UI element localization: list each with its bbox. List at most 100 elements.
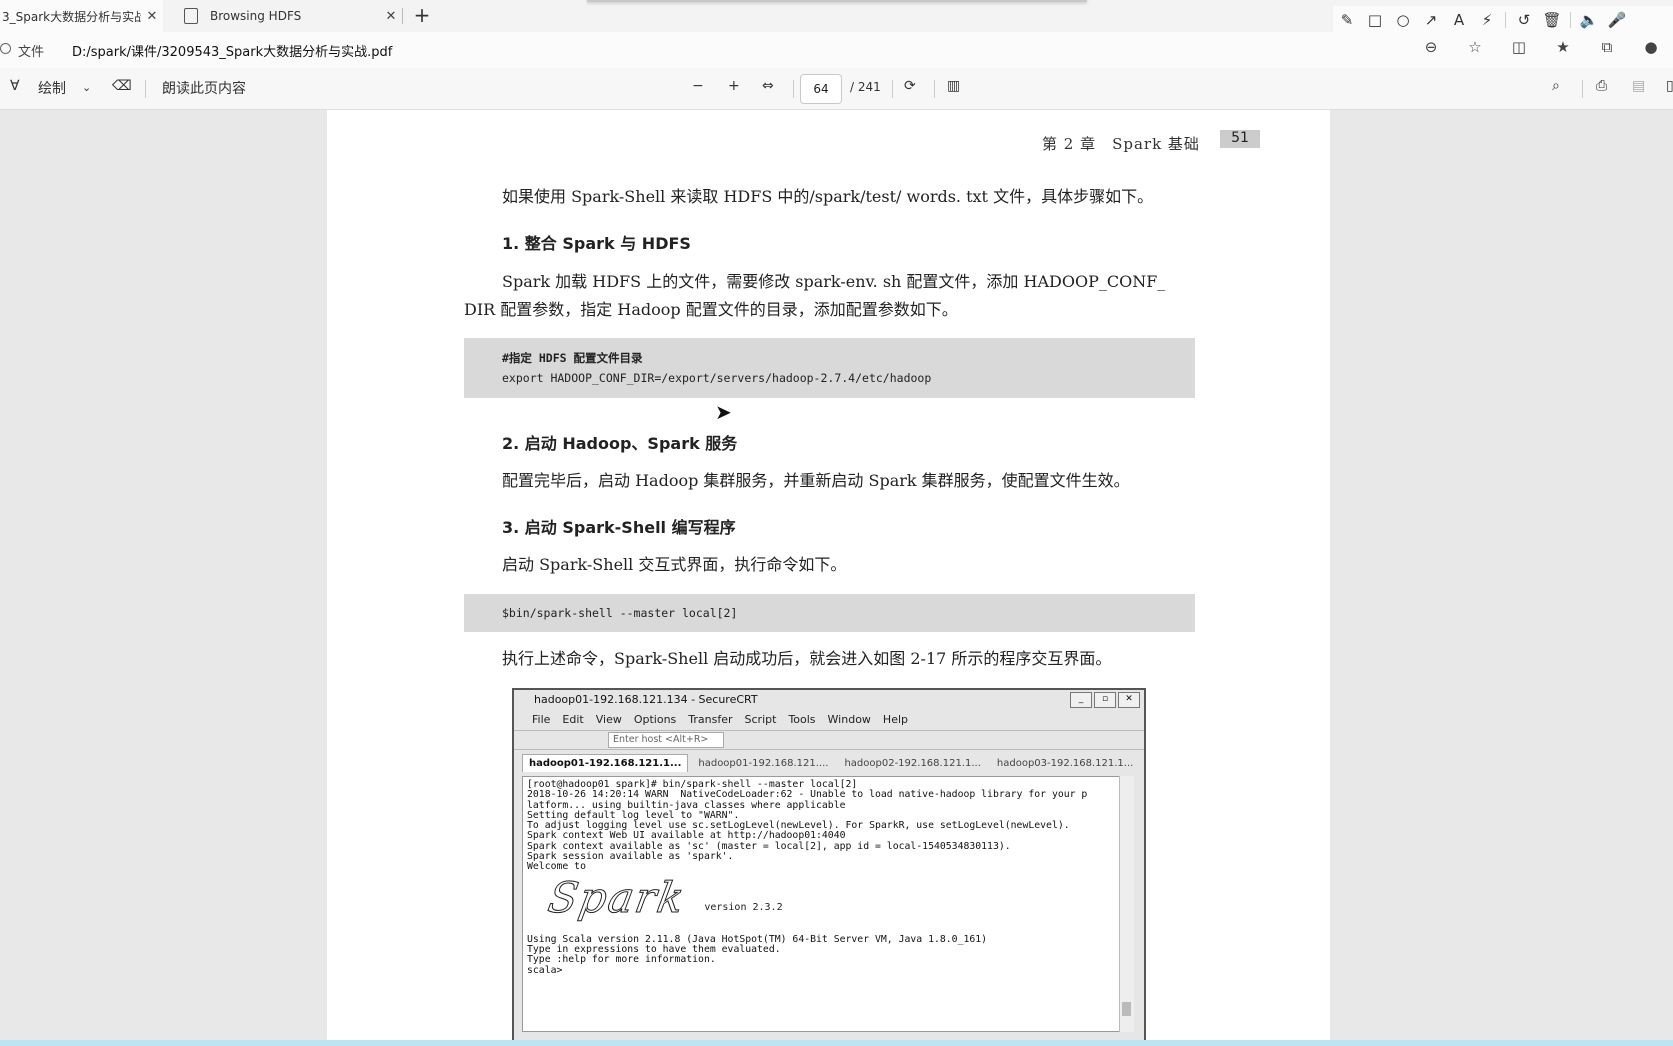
figure-window-title: hadoop01-192.168.121.134 - SecureCRT _ ▫… [514,690,1144,710]
figure-menu-item: Edit [562,713,584,726]
figure-session-tab: hadoop01-192.168.121.... [698,758,829,769]
step1-heading: 1. 整合 Spark 与 HDFS [502,234,691,253]
figure-menu-item: View [595,713,622,726]
tab-divider [402,8,403,24]
step1-paragraph-line2: DIR 配置参数，指定 Hadoop 配置文件的目录，添加配置参数如下。 [464,300,958,319]
collections-icon[interactable]: ⧉ [1585,38,1629,56]
magic-wand-icon[interactable]: ⚡ [1473,11,1501,29]
popup-edge [587,0,1087,2]
figure-session-tab: hadoop01-192.168.121.1... [522,754,689,772]
step2-paragraph: 配置完毕后，启动 Hadoop 集群服务，并重新启动 Spark 集群服务，使配… [502,471,1130,490]
divider [145,80,146,98]
profile-icon[interactable]: ● [1629,38,1673,56]
text-icon[interactable]: A [1445,11,1473,29]
divider [892,80,893,98]
terminal-line: Type :help for more information. [527,954,716,966]
bottom-edge [0,1040,1673,1046]
info-icon[interactable] [0,43,11,54]
step1-paragraph-line1: Spark 加载 HDFS 上的文件，需要修改 spark-env. sh 配置… [502,272,1166,291]
intro-paragraph: 如果使用 Spark-Shell 来读取 HDFS 中的/spark/test/… [502,187,1154,206]
url-input[interactable]: D:/spark/课件/3209543_Spark大数据分析与实战.pdf [72,41,392,60]
terminal-line: Welcome to [527,861,586,873]
divider [1570,12,1571,28]
figure-menu-item: Tools [788,713,816,726]
figure-scrollbar [1119,776,1134,1032]
address-actions: ⊖ ☆ ◫ ★ ⧉ ● [1409,38,1673,56]
figure-session-tab: hadoop02-192.168.121.1... [844,758,981,769]
tab-bar: 3_Spark大数据分析与实战.pdf ✕ Browsing HDFS ✕ + … [0,0,1673,34]
microphone-icon[interactable]: 🎤 [1603,11,1631,29]
spark-version: version 2.3.2 [704,901,783,913]
pdf-toolbar: ∀ 绘制 ⌄ ⌫ 朗读此页内容 − + ⇔ 64 / 241 ⟳ ▥ ⌕ ⎙ ▤… [0,68,1673,110]
annotation-toolbar: ✎ □ ○ ↗ A ⚡ ↺ 🗑 🔈 🎤 [1333,6,1673,34]
page-number-input[interactable]: 64 [800,74,842,104]
terminal-line: Spark session available as 'spark'. [527,851,734,863]
figure-scroll-thumb [1122,1002,1131,1016]
close-tab-icon[interactable]: ✕ [380,9,402,24]
split-screen-icon[interactable]: ◫ [1497,38,1541,56]
total-pages: / 241 [850,80,881,94]
spark-banner: Spark version 2.3.2 [527,872,1117,935]
running-header: 第 2 章 Spark 基础 [1042,135,1200,153]
rectangle-icon[interactable]: □ [1361,11,1389,29]
fit-width-icon[interactable]: ⇔ [762,78,774,94]
trash-icon[interactable]: 🗑 [1538,11,1566,29]
code-line: export HADOOP_CONF_DIR=/export/servers/h… [502,371,932,385]
favorites-icon[interactable]: ★ [1541,38,1585,56]
figure-terminal: [root@hadoop01 spark]# bin/spark-shell -… [522,776,1122,1032]
figure-menu-item: Window [827,713,871,726]
search-icon[interactable]: ⌕ [1552,78,1560,94]
after-paragraph: 执行上述命令，Spark-Shell 启动成功后，就会进入如图 2-17 所示的… [502,649,1112,668]
draw-icon[interactable]: ∀ [10,78,20,94]
more-icon[interactable]: ▯ [1666,78,1673,94]
step3-paragraph: 启动 Spark-Shell 交互式界面，执行命令如下。 [502,555,847,574]
zoom-in-button[interactable]: + [728,78,740,94]
close-icon: ✕ [1118,692,1140,708]
divider [793,80,794,98]
print-icon[interactable]: ⎙ [1596,78,1607,94]
figure-title-text: hadoop01-192.168.121.134 - SecureCRT [534,693,758,706]
mouse-cursor-icon: ➤ [715,400,732,424]
undo-icon[interactable]: ↺ [1510,11,1538,29]
arrow-icon[interactable]: ↗ [1417,11,1445,29]
close-tab-icon[interactable]: ✕ [141,9,163,24]
securecrt-figure: hadoop01-192.168.121.134 - SecureCRT _ ▫… [512,688,1146,1046]
figure-session-tabs: hadoop01-192.168.121.1... hadoop01-192.1… [514,750,1144,772]
figure-toolbar: Enter host <Alt+R> [514,730,1144,750]
figure-menu-item: Help [882,713,908,726]
read-aloud-button[interactable]: 朗读此页内容 [162,78,246,98]
spark-logo: Spark [544,872,690,922]
zoom-out-icon[interactable]: ⊖ [1409,38,1453,56]
step3-heading: 3. 启动 Spark-Shell 编写程序 [502,518,736,537]
draw-button[interactable]: 绘制 [38,78,66,98]
figure-menu-item: File [532,713,551,726]
favorite-add-icon[interactable]: ☆ [1453,38,1497,56]
page-number: 51 [1220,130,1260,148]
code-block-command: $bin/spark-shell --master local[2] [464,594,1195,632]
code-line: $bin/spark-shell --master local[2] [502,606,738,620]
figure-window-buttons: _ ▫ ✕ [1068,692,1140,708]
code-comment: #指定 HDFS 配置文件目录 [502,351,643,365]
figure-menubar: File Edit View Options Transfer Script T… [514,710,1144,730]
divider [1582,80,1583,98]
rotate-icon[interactable]: ⟳ [904,78,916,94]
page-view-icon[interactable]: ▥ [947,78,960,94]
tab-pdf[interactable]: 3_Spark大数据分析与实战.pdf ✕ [0,0,163,32]
tab-browsing-hdfs[interactable]: Browsing HDFS ✕ [170,0,402,32]
zoom-out-button[interactable]: − [692,78,704,94]
step2-heading: 2. 启动 Hadoop、Spark 服务 [502,434,738,453]
eraser-icon[interactable]: ⌫ [112,78,132,94]
new-tab-button[interactable]: + [410,4,434,28]
figure-menu-item: Script [744,713,777,726]
minimize-icon: _ [1070,692,1092,708]
save-icon[interactable]: ▤ [1632,78,1645,94]
pen-icon[interactable]: ✎ [1333,11,1361,29]
figure-session-tab: hadoop03-192.168.121.1... [996,758,1134,769]
circle-icon[interactable]: ○ [1389,11,1417,29]
address-bar: 文件 D:/spark/课件/3209543_Spark大数据分析与实战.pdf… [0,32,1673,68]
divider [1505,12,1506,28]
figure-menu-item: Options [633,713,677,726]
speaker-icon[interactable]: 🔈 [1575,11,1603,29]
chevron-down-icon[interactable]: ⌄ [82,81,91,94]
maximize-icon: ▫ [1094,692,1116,708]
